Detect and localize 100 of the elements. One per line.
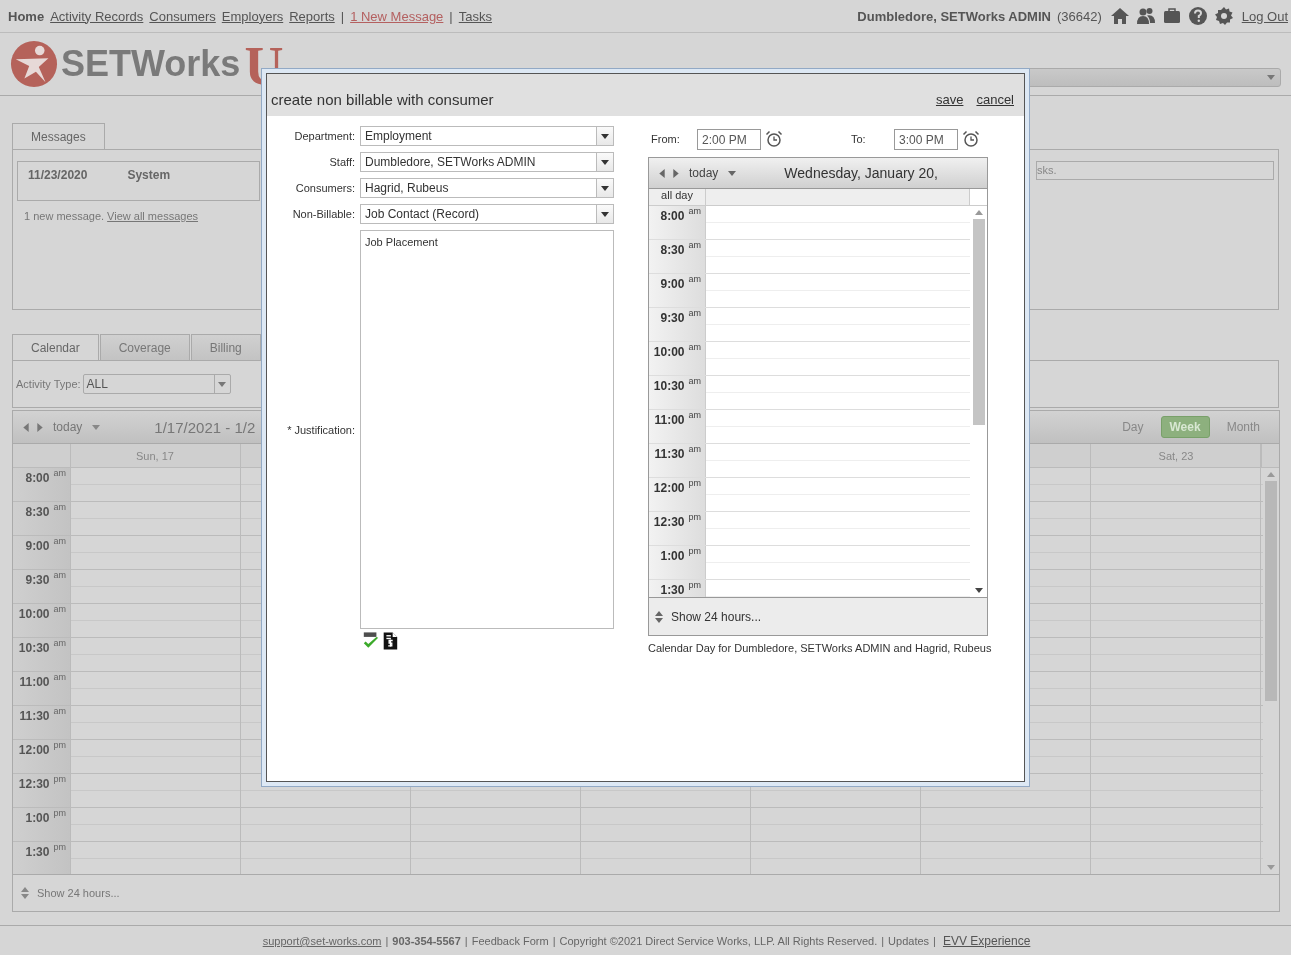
time-slot-row[interactable]: 10:00 am xyxy=(649,342,970,376)
period-label: pm xyxy=(688,478,701,490)
time-slot-row[interactable]: 9:00 am xyxy=(649,274,970,308)
time-slot-row[interactable]: 8:30 am xyxy=(649,240,970,274)
calendar-caption: Calendar Day for Dumbledore, SETWorks ADMIN and Hagrid, Rubeus xyxy=(648,642,993,654)
nav-link[interactable]: Consumers xyxy=(149,8,216,24)
caret-icon xyxy=(1267,75,1275,80)
time-label: 11:00 xyxy=(654,413,685,429)
alarm-clock-icon[interactable] xyxy=(962,130,980,148)
period-label: am xyxy=(688,444,701,456)
scroll-up-arrow-icon[interactable] xyxy=(974,210,983,215)
dollar-document-icon[interactable] xyxy=(381,630,399,651)
period-label: am xyxy=(53,604,66,616)
select-field[interactable]: Dumbledore, SETWorks ADMIN xyxy=(360,152,614,172)
justification-field[interactable]: Job Placement xyxy=(360,230,614,629)
dialog-action-link[interactable]: save xyxy=(935,91,964,107)
select-field[interactable]: Employment xyxy=(360,126,614,146)
show-hours-link[interactable]: Show 24 hours... xyxy=(671,609,762,624)
all-day-label: all day xyxy=(661,189,693,203)
expand-icon[interactable] xyxy=(655,610,663,623)
field-label: Consumers: xyxy=(294,182,355,194)
period-label: pm xyxy=(53,740,66,752)
select-field[interactable]: Job Contact (Record) xyxy=(360,204,614,224)
user-id: (36642) xyxy=(1056,8,1102,24)
nav-link[interactable]: Activity Records xyxy=(50,8,144,24)
tab[interactable]: Messages xyxy=(12,123,105,149)
period-label: am xyxy=(53,672,66,684)
period-label: am xyxy=(53,468,66,480)
caret-icon xyxy=(601,185,609,191)
time-label: 12:00 xyxy=(18,743,50,759)
today-button[interactable]: today xyxy=(689,166,719,180)
prev-arrow-icon[interactable] xyxy=(659,168,665,178)
time-label: 11:00 xyxy=(19,675,50,691)
period-label: pm xyxy=(688,580,701,592)
period-label: am xyxy=(53,502,66,514)
help-icon[interactable] xyxy=(1187,6,1208,26)
tab[interactable]: Calendar xyxy=(12,334,99,360)
time-label: 10:00 xyxy=(18,607,50,623)
time-label: 9:30 xyxy=(660,311,685,327)
time-label: 8:00 xyxy=(25,471,50,487)
expand-icon[interactable] xyxy=(21,887,29,899)
time-label: 10:30 xyxy=(18,641,50,657)
alarm-clock-icon[interactable] xyxy=(765,130,783,148)
date-range: 1/17/2021 - 1/2 xyxy=(154,418,256,436)
caret-icon xyxy=(218,381,227,387)
time-slot-row[interactable]: 1:00 pm xyxy=(649,546,970,580)
tasks-text: sks. xyxy=(1037,164,1057,176)
people-icon[interactable] xyxy=(1135,6,1156,26)
home-icon[interactable] xyxy=(1109,6,1130,26)
nav-link[interactable]: Tasks xyxy=(458,8,492,24)
period-label: am xyxy=(688,240,701,252)
message-row[interactable]: 11/23/2020 System xyxy=(17,161,260,201)
footer-link[interactable]: EVV Experience xyxy=(942,934,1031,948)
time-label: 1:30 xyxy=(660,583,685,597)
nav-link[interactable]: Reports xyxy=(289,8,335,24)
day-header: Sat, 23 xyxy=(1158,449,1194,462)
period-label: am xyxy=(53,638,66,650)
field-label: * Justification: xyxy=(286,423,355,436)
scroll-down-arrow-icon[interactable] xyxy=(974,588,983,593)
time-slot-row[interactable]: 8:00 am xyxy=(649,206,970,240)
select-field[interactable]: Hagrid, Rubeus xyxy=(360,178,614,198)
field-label: Non-Billable: xyxy=(291,208,355,220)
filter-label: Activity Type: xyxy=(16,378,81,390)
dialog-action-link[interactable]: cancel xyxy=(976,91,1014,107)
all-day-row[interactable]: all day xyxy=(649,189,987,206)
caret-icon[interactable] xyxy=(728,170,737,176)
time-slot-row[interactable]: 10:30 am xyxy=(649,376,970,410)
time-slot-row[interactable]: 1:30 pm xyxy=(649,580,970,597)
next-arrow-icon[interactable] xyxy=(673,168,679,178)
period-label: pm xyxy=(53,808,66,820)
logout-link[interactable]: Log Out xyxy=(1241,8,1288,24)
settings-icon[interactable] xyxy=(1213,6,1234,26)
period-label: am xyxy=(688,274,701,286)
message-summary: 1 new message. xyxy=(24,210,105,222)
next-arrow-icon[interactable] xyxy=(37,422,43,432)
period-label: pm xyxy=(688,546,701,558)
to-time-field[interactable]: 3:00 PM xyxy=(894,128,958,150)
nav-link[interactable]: Employers xyxy=(221,8,284,24)
time-slot-row[interactable]: 11:30 am xyxy=(649,444,970,478)
prev-arrow-icon[interactable] xyxy=(23,422,29,432)
email-link[interactable]: support@set-works.com xyxy=(262,935,382,947)
from-time-field[interactable]: 2:00 PM xyxy=(697,128,761,150)
time-label: 1:00 xyxy=(660,549,685,565)
caret-icon xyxy=(601,133,609,139)
time-slot-row[interactable]: 9:30 am xyxy=(649,308,970,342)
activity-type-select[interactable]: ALL xyxy=(82,374,231,394)
period-label: pm xyxy=(688,512,701,524)
period-label: am xyxy=(688,308,701,320)
user-name: Dumbledore, SETWorks ADMIN xyxy=(857,8,1051,24)
logo-figure-icon xyxy=(10,40,58,88)
time-slot-row[interactable]: 12:30 pm xyxy=(649,512,970,546)
period-label: am xyxy=(688,206,701,218)
briefcase-icon[interactable] xyxy=(1161,6,1182,26)
caret-icon xyxy=(601,211,609,217)
caret-icon xyxy=(601,159,609,165)
field-label: Department: xyxy=(293,130,355,142)
field-label: Staff: xyxy=(328,156,355,168)
time-slot-row[interactable]: 11:00 am xyxy=(649,410,970,444)
message-sender: System xyxy=(127,168,171,184)
time-slot-row[interactable]: 12:00 pm xyxy=(649,478,970,512)
